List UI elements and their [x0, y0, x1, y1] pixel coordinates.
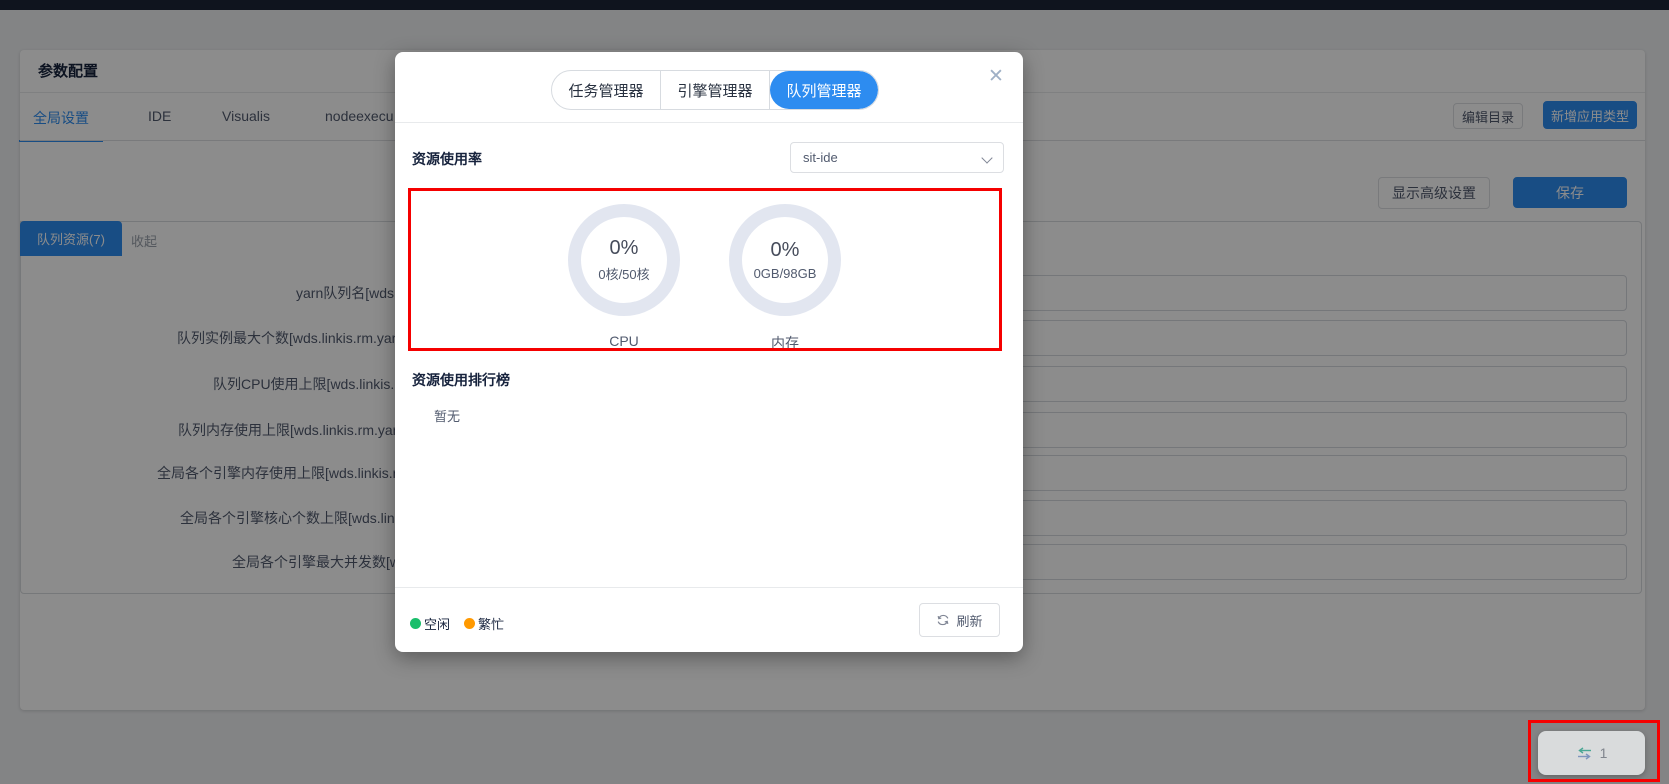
status-legend: 空闲 繁忙	[410, 614, 504, 633]
busy-legend-label: 繁忙	[478, 614, 504, 633]
gauge-annotation-box	[408, 188, 1002, 351]
manager-tab-group: 任务管理器 引擎管理器 队列管理器	[551, 70, 879, 110]
resource-manager-modal: 任务管理器 引擎管理器 队列管理器 ✕ 资源使用率 sit-ide 0% 0核/…	[395, 52, 1023, 652]
memory-gauge-percent: 0%	[771, 239, 800, 262]
idle-status-dot	[410, 618, 421, 629]
ranking-empty-text: 暂无	[434, 406, 460, 425]
task-counter-value: 1	[1600, 745, 1608, 761]
cpu-gauge-label: CPU	[568, 333, 680, 349]
refresh-button[interactable]: 刷新	[919, 603, 1000, 637]
modal-footer-divider	[395, 587, 1023, 588]
refresh-button-label: 刷新	[956, 611, 982, 630]
swap-arrows-icon	[1576, 747, 1593, 760]
tab-task-manager[interactable]: 任务管理器	[552, 71, 661, 109]
refresh-icon	[936, 613, 950, 627]
task-counter-widget[interactable]: 1	[1538, 731, 1645, 775]
busy-status-dot	[464, 618, 475, 629]
tab-engine-manager[interactable]: 引擎管理器	[661, 71, 770, 109]
memory-gauge-label: 内存	[729, 333, 841, 353]
close-icon[interactable]: ✕	[984, 64, 1008, 88]
memory-gauge: 0% 0GB/98GB	[729, 204, 841, 316]
memory-gauge-detail: 0GB/98GB	[754, 266, 817, 281]
ranking-section-title: 资源使用排行榜	[412, 370, 510, 390]
queue-selector[interactable]: sit-ide	[790, 142, 1004, 173]
modal-header-divider	[395, 122, 1023, 123]
queue-selector-value: sit-ide	[803, 150, 838, 165]
cpu-gauge-percent: 0%	[610, 237, 639, 260]
cpu-gauge: 0% 0核/50核	[568, 204, 680, 316]
cpu-gauge-detail: 0核/50核	[598, 264, 649, 283]
idle-legend-label: 空闲	[424, 614, 450, 633]
tab-queue-manager[interactable]: 队列管理器	[770, 71, 878, 109]
chevron-down-icon	[981, 152, 992, 163]
usage-section-title: 资源使用率	[412, 149, 482, 169]
